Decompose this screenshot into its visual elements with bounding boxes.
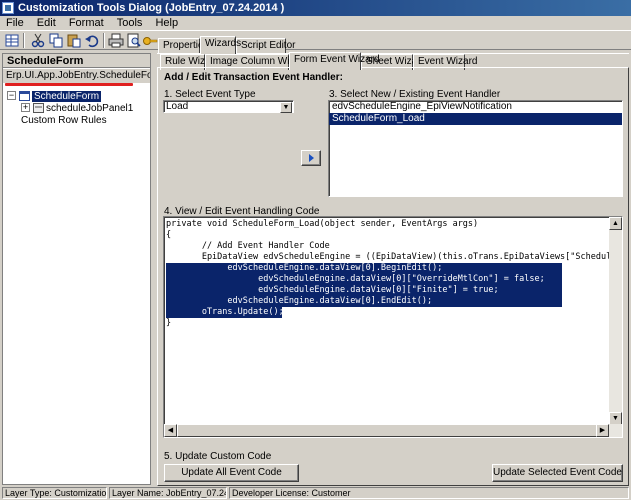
menu-bar: File Edit Format Tools Help	[0, 16, 631, 30]
code-editor[interactable]: private void ScheduleForm_Load(object se…	[163, 216, 623, 438]
expand-icon[interactable]: +	[21, 103, 30, 112]
code-line[interactable]: }	[166, 318, 171, 329]
tab-wizards[interactable]: Wizards	[200, 36, 241, 54]
arrow-right-icon	[309, 154, 314, 162]
horizontal-scrollbar[interactable]: ◀ ▶	[164, 424, 622, 437]
copy-icon[interactable]	[48, 33, 64, 48]
step5-label: 5. Update Custom Code	[164, 451, 272, 462]
scroll-thumb[interactable]	[177, 424, 597, 437]
code-line[interactable]: oTrans.Update();	[166, 307, 284, 318]
update-selected-event-code-button[interactable]: Update Selected Event Code	[492, 464, 623, 482]
add-handler-button[interactable]	[301, 150, 321, 166]
code-line[interactable]: // Add Event Handler Code	[166, 241, 330, 252]
status-layer-name: Layer Name: JobEntry_07.24.2014	[109, 487, 227, 499]
tree-node-custom-row-rules[interactable]: Custom Row Rules	[21, 114, 107, 127]
menu-format[interactable]: Format	[65, 16, 108, 30]
code-line[interactable]: edvScheduleEngine.dataView[0].EndEdit();	[166, 296, 562, 307]
tree-panel: ScheduleForm Erp.UI.App.JobEntry.Schedul…	[2, 53, 151, 485]
event-type-select[interactable]: Load ▼	[163, 100, 294, 113]
toolbar	[0, 30, 631, 50]
panel-icon	[33, 103, 44, 113]
list-item[interactable]: edvScheduleEngine_EpiViewNotification	[329, 101, 622, 113]
app-icon	[2, 2, 14, 14]
collapse-icon[interactable]: −	[7, 91, 16, 100]
scroll-right-icon[interactable]: ▶	[596, 424, 609, 437]
key-icon[interactable]	[142, 33, 158, 48]
code-line[interactable]: edvScheduleEngine.dataView[0].BeginEdit(…	[166, 263, 562, 274]
wizard-header: Add / Edit Transaction Event Handler:	[164, 72, 343, 83]
print-preview-icon[interactable]	[126, 33, 142, 48]
toolbar-separator	[23, 33, 25, 48]
paste-icon[interactable]	[66, 33, 82, 48]
toolbar-separator	[103, 33, 105, 48]
tree-panel-title: ScheduleForm	[3, 54, 150, 68]
code-line[interactable]: {	[166, 230, 171, 241]
event-handler-list[interactable]: edvScheduleEngine_EpiViewNotification Sc…	[328, 100, 623, 197]
step3-label: 3. Select New / Existing Event Handler	[329, 89, 501, 100]
window-title: Customization Tools Dialog (JobEntry_07.…	[18, 2, 285, 14]
chevron-down-icon[interactable]: ▼	[280, 102, 292, 113]
menu-file[interactable]: File	[2, 16, 28, 30]
grid-icon[interactable]	[4, 33, 20, 48]
code-line[interactable]: EpiDataView edvScheduleEngine = ((EpiDat…	[166, 252, 622, 263]
code-line[interactable]: edvScheduleEngine.dataView[0]["OverrideM…	[166, 274, 562, 285]
form-icon	[19, 91, 30, 101]
undo-icon[interactable]	[84, 33, 100, 48]
window-title-bar[interactable]: Customization Tools Dialog (JobEntry_07.…	[0, 0, 631, 16]
vertical-scrollbar[interactable]: ▲ ▼	[609, 217, 622, 425]
annotation-underline	[5, 83, 133, 86]
code-line[interactable]: edvScheduleEngine.dataView[0]["Finite"] …	[166, 285, 562, 296]
form-path: Erp.UI.App.JobEntry.ScheduleForm	[3, 69, 150, 83]
update-all-event-code-button[interactable]: Update All Event Code	[164, 464, 299, 482]
status-layer-type: Layer Type: Customization	[2, 487, 107, 499]
list-item[interactable]: ScheduleForm_Load	[329, 113, 622, 125]
status-developer-license: Developer License: Customer	[229, 487, 629, 499]
step1-label: 1. Select Event Type	[164, 89, 256, 100]
cut-icon[interactable]	[30, 33, 46, 48]
tab-form-event-wizard[interactable]: Form Event Wizard	[289, 52, 380, 70]
print-icon[interactable]	[108, 33, 124, 48]
code-line[interactable]: private void ScheduleForm_Load(object se…	[166, 219, 478, 230]
tab-properties[interactable]: Properties	[158, 38, 209, 54]
menu-edit[interactable]: Edit	[33, 16, 60, 30]
scroll-left-icon[interactable]: ◀	[164, 424, 177, 437]
status-bar: Layer Type: Customization Layer Name: Jo…	[0, 487, 631, 500]
scroll-up-icon[interactable]: ▲	[609, 217, 622, 230]
tab-script-editor[interactable]: Script Editor	[236, 38, 295, 54]
menu-help[interactable]: Help	[151, 16, 182, 30]
menu-tools[interactable]: Tools	[113, 16, 147, 30]
